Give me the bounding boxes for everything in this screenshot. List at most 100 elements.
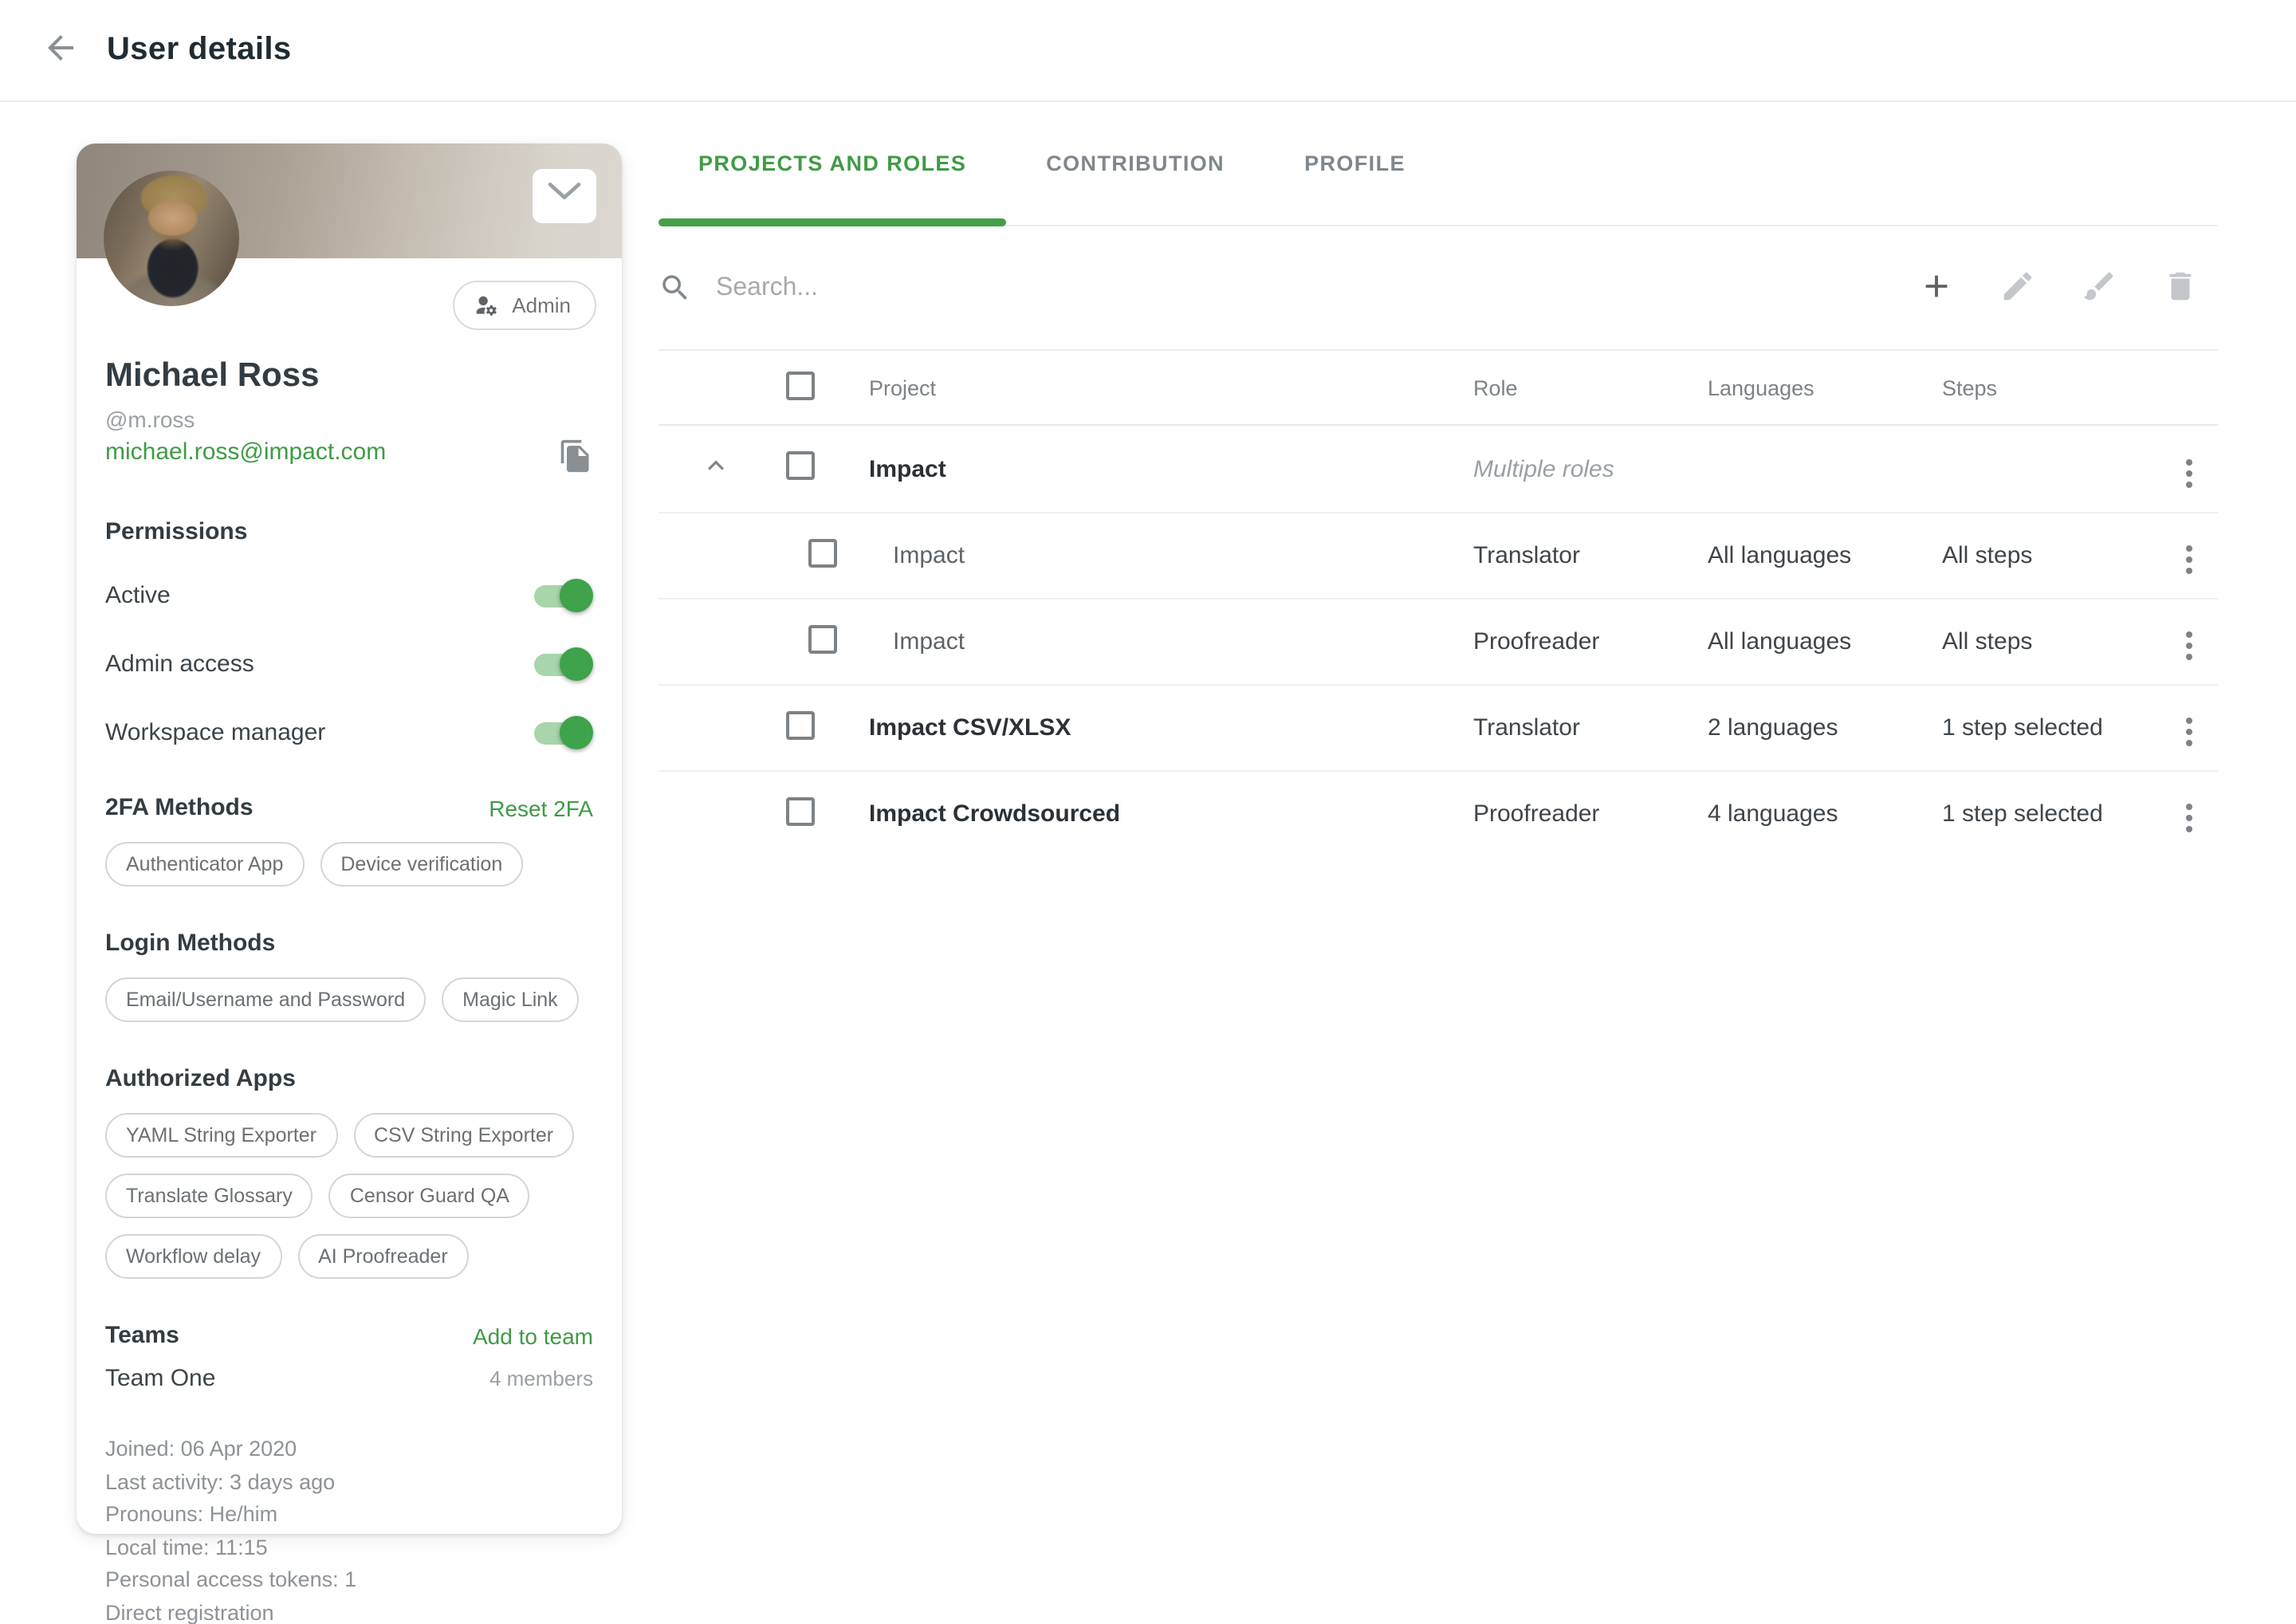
toolbar bbox=[659, 226, 2218, 351]
permission-row: Workspace manager bbox=[105, 713, 593, 751]
twofa-chip-list: Authenticator App Device verification bbox=[105, 842, 593, 887]
project-name: Impact bbox=[834, 542, 1473, 569]
table-row: Impact Proofreader All languages All ste… bbox=[659, 598, 2218, 684]
row-menu-button[interactable] bbox=[2180, 711, 2199, 753]
row-menu-button[interactable] bbox=[2180, 539, 2199, 580]
meta-line: Joined: 06 Apr 2020 bbox=[105, 1437, 593, 1461]
add-button[interactable] bbox=[1918, 267, 1955, 309]
add-to-team-link[interactable]: Add to team bbox=[473, 1323, 593, 1348]
chip: CSV String Exporter bbox=[353, 1113, 574, 1158]
user-email-link[interactable]: michael.ross@impact.com bbox=[105, 438, 386, 466]
table-body: Impact Multiple roles Impact Translator … bbox=[659, 426, 2218, 856]
search-icon bbox=[659, 271, 692, 305]
row-checkbox[interactable] bbox=[786, 451, 815, 480]
search-input[interactable] bbox=[716, 273, 1918, 302]
languages-cell: All languages bbox=[1708, 628, 1942, 655]
clean-button[interactable] bbox=[2081, 267, 2117, 309]
tab-profile[interactable]: PROFILE bbox=[1264, 102, 1445, 225]
login-methods-chip-list: Email/Username and Password Magic Link bbox=[105, 977, 593, 1022]
meta-line: Last activity: 3 days ago bbox=[105, 1469, 593, 1493]
admin-badge-label: Admin bbox=[512, 293, 571, 317]
authorized-apps-chip-list: YAML String Exporter CSV String Exporter T… bbox=[105, 1113, 593, 1279]
chevron-up-icon bbox=[700, 450, 732, 488]
toggle-switch[interactable] bbox=[534, 647, 593, 680]
arrow-left-icon bbox=[41, 29, 80, 72]
login-methods-title: Login Methods bbox=[105, 930, 275, 957]
toolbar-buttons bbox=[1918, 267, 2218, 309]
steps-cell: All steps bbox=[1942, 542, 2180, 569]
admin-badge: Admin bbox=[453, 281, 596, 330]
identity-block: Michael Ross @m.ross michael.ross@impact… bbox=[77, 330, 622, 478]
trash-icon bbox=[2162, 267, 2199, 309]
copy-icon bbox=[558, 438, 593, 478]
twofa-title: 2FA Methods bbox=[105, 794, 254, 821]
brush-icon bbox=[2081, 267, 2117, 309]
permission-row: Admin access bbox=[105, 644, 593, 682]
languages-cell: All languages bbox=[1708, 542, 1942, 569]
row-checkbox[interactable] bbox=[786, 710, 815, 739]
meta-line: Direct registration bbox=[105, 1600, 593, 1624]
chip: AI Proofreader bbox=[297, 1234, 469, 1279]
team-members: 4 members bbox=[489, 1366, 593, 1390]
permission-label: Workspace manager bbox=[105, 718, 325, 745]
role-cell: Translator bbox=[1473, 542, 1708, 569]
collapse-group-button[interactable] bbox=[700, 450, 732, 488]
pencil-icon bbox=[1999, 267, 2036, 309]
tab-projects-and-roles[interactable]: PROJECTS AND ROLES bbox=[659, 102, 1006, 225]
row-menu-button[interactable] bbox=[2180, 797, 2199, 839]
row-checkbox[interactable] bbox=[786, 796, 815, 825]
role-cell: Translator bbox=[1473, 714, 1708, 741]
project-name: Impact bbox=[834, 628, 1473, 655]
authorized-apps-title: Authorized Apps bbox=[105, 1065, 296, 1092]
column-languages: Languages bbox=[1708, 376, 1942, 399]
user-name: Michael Ross bbox=[105, 357, 593, 395]
table-row: Impact CSV/XLSX Translator 2 languages 1… bbox=[659, 684, 2218, 770]
chip: YAML String Exporter bbox=[105, 1113, 337, 1158]
team-row[interactable]: Team One 4 members bbox=[105, 1365, 593, 1392]
permission-label: Admin access bbox=[105, 650, 254, 677]
row-menu-button[interactable] bbox=[2180, 625, 2199, 667]
send-email-button[interactable] bbox=[533, 169, 596, 223]
delete-button[interactable] bbox=[2162, 267, 2199, 309]
chip: Translate Glossary bbox=[105, 1174, 313, 1218]
plus-icon bbox=[1918, 267, 1955, 309]
row-checkbox[interactable] bbox=[808, 624, 837, 653]
team-list: Team One 4 members bbox=[105, 1365, 593, 1392]
manage-account-icon bbox=[472, 292, 499, 319]
table-row: Impact Crowdsourced Proofreader 4 langua… bbox=[659, 770, 2218, 856]
role-cell: Proofreader bbox=[1473, 800, 1708, 828]
tab-contribution[interactable]: CONTRIBUTION bbox=[1006, 102, 1264, 225]
steps-cell: 1 step selected bbox=[1942, 800, 2180, 828]
languages-cell: 2 languages bbox=[1708, 714, 1942, 741]
steps-cell: 1 step selected bbox=[1942, 714, 2180, 741]
chip: Workflow delay bbox=[105, 1234, 281, 1279]
chip: Email/Username and Password bbox=[105, 977, 426, 1022]
meta-line: Personal access tokens: 1 bbox=[105, 1567, 593, 1591]
project-name: Impact Crowdsourced bbox=[834, 800, 1473, 828]
tabs: PROJECTS AND ROLES CONTRIBUTION PROFILE bbox=[659, 102, 2218, 226]
role-cell: Proofreader bbox=[1473, 628, 1708, 655]
chip: Censor Guard QA bbox=[329, 1174, 530, 1218]
team-name: Team One bbox=[105, 1365, 215, 1392]
user-handle: @m.ross bbox=[105, 407, 593, 432]
meta-list: Joined: 06 Apr 2020 Last activity: 3 days… bbox=[77, 1437, 622, 1624]
row-menu-button[interactable] bbox=[2180, 452, 2199, 493]
tab-label: PROJECTS AND ROLES bbox=[698, 151, 966, 175]
avatar bbox=[104, 171, 239, 306]
back-button[interactable] bbox=[41, 29, 80, 72]
toggle-switch[interactable] bbox=[534, 578, 593, 611]
profile-card: Admin Michael Ross @m.ross michael.ross@… bbox=[77, 144, 622, 1534]
toggle-switch[interactable] bbox=[534, 715, 593, 749]
copy-email-button[interactable] bbox=[558, 438, 593, 478]
edit-button[interactable] bbox=[1999, 267, 2036, 309]
row-checkbox[interactable] bbox=[808, 538, 837, 567]
column-project: Project bbox=[834, 376, 1473, 399]
chip: Magic Link bbox=[442, 977, 579, 1022]
select-all-checkbox[interactable] bbox=[786, 371, 815, 399]
project-name: Impact CSV/XLSX bbox=[834, 714, 1473, 741]
envelope-icon bbox=[547, 179, 582, 213]
chip: Authenticator App bbox=[105, 842, 304, 887]
reset-2fa-link[interactable]: Reset 2FA bbox=[489, 795, 593, 820]
user-details-page: User details Admin Michael Ross @m.ross … bbox=[0, 0, 2296, 1539]
chip: Device verification bbox=[320, 842, 523, 887]
